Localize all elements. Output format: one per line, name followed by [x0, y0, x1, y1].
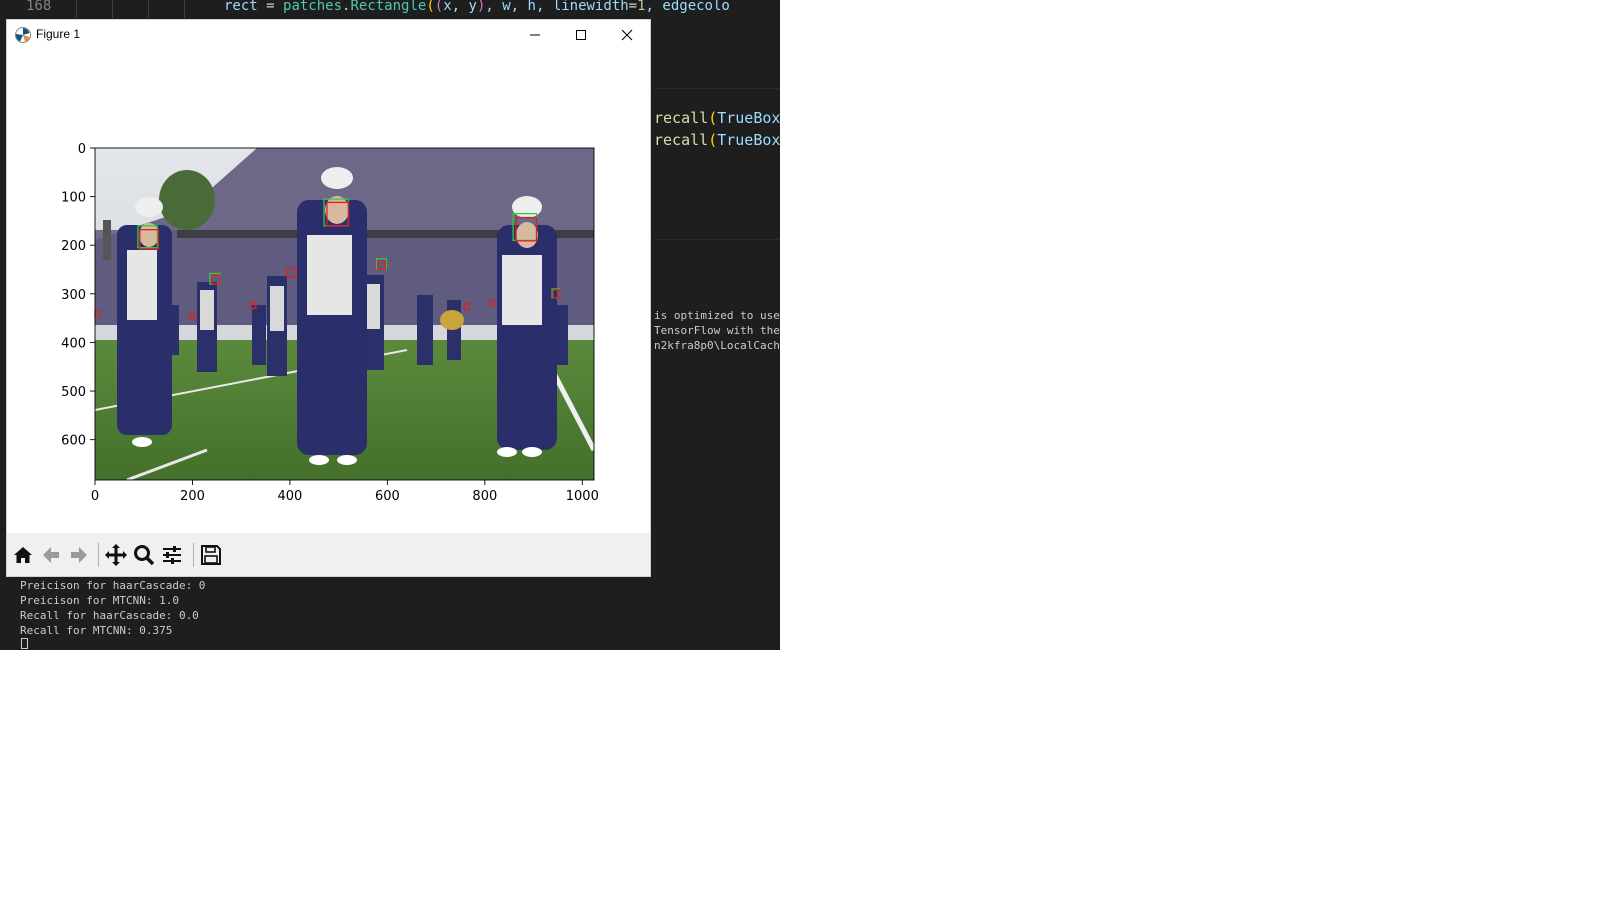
marching-band-photo: [95, 148, 594, 480]
y-tick-label: 300: [61, 288, 86, 303]
back-button[interactable]: [37, 541, 65, 569]
x-tick-label: 200: [180, 489, 205, 504]
terminal-line: Recall for MTCNN: 0.375: [20, 624, 173, 637]
home-button[interactable]: [9, 541, 37, 569]
terminal-line: Preicison for MTCNN: 1.0: [20, 594, 179, 607]
terminal-warning-text: is optimized to use a TensorFlow with th…: [654, 308, 780, 353]
x-tick-label: 800: [472, 489, 497, 504]
configure-subplots-icon: [163, 546, 181, 564]
matplotlib-app-icon: [15, 27, 31, 43]
maximize-icon: [576, 30, 586, 40]
terminal-line: Recall for haarCascade: 0.0: [20, 609, 199, 622]
figure-window: Figure 1 0 200 400 600 800 1000 0 100 20…: [7, 20, 650, 576]
window-titlebar[interactable]: Figure 1: [7, 20, 650, 50]
y-tick-label: 100: [61, 191, 86, 206]
terminal-line: n2kfra8p0\LocalCache\: [654, 339, 780, 352]
zoom-button[interactable]: [130, 541, 158, 569]
editor-code-line: 168 rect = patches.Rectangle((x, y), w, …: [0, 0, 780, 18]
home-icon: [14, 547, 32, 563]
minimize-icon: [530, 34, 540, 36]
forward-arrow-icon: [71, 547, 87, 563]
line-number: 168: [26, 0, 52, 14]
configure-subplots-button[interactable]: [158, 541, 186, 569]
y-tick-label: 600: [61, 434, 86, 449]
save-icon: [201, 545, 221, 565]
code-text[interactable]: rect = patches.Rectangle((x, y), w, h, l…: [224, 0, 730, 15]
navigation-toolbar: [7, 533, 650, 576]
terminal-cursor: [21, 638, 28, 649]
y-axis: 0 100 200 300 400 500 600: [61, 142, 95, 449]
x-tick-label: 1000: [566, 489, 599, 504]
x-tick-label: 400: [278, 489, 303, 504]
window-title: Figure 1: [36, 27, 81, 41]
x-axis: 0 200 400 600 800 1000: [91, 480, 599, 504]
terminal-line: Preicison for haarCascade: 0: [20, 579, 206, 592]
x-tick-label: 600: [375, 489, 400, 504]
terminal-line: is optimized to use a: [654, 309, 780, 322]
close-icon: [621, 29, 633, 41]
code-line-recall-1[interactable]: recall(TrueBox: [654, 109, 780, 127]
pan-icon: [105, 544, 127, 566]
y-tick-label: 400: [61, 336, 86, 351]
x-tick-label: 0: [91, 489, 99, 504]
y-tick-label: 200: [61, 239, 86, 254]
minimize-button[interactable]: [512, 20, 558, 50]
axes-svg[interactable]: 0 200 400 600 800 1000 0 100 200 300 400 500 600: [7, 50, 650, 534]
pan-button[interactable]: [102, 541, 130, 569]
plot-canvas[interactable]: 0 200 400 600 800 1000 0 100 200 300 400 500 600: [7, 50, 650, 554]
close-button[interactable]: [604, 20, 650, 50]
code-line-recall-2[interactable]: recall(TrueBox: [654, 131, 780, 149]
zoom-icon: [134, 545, 155, 566]
terminal-line: TensorFlow with the: [654, 324, 780, 337]
forward-button[interactable]: [65, 541, 93, 569]
terminal-output: Preicison for haarCascade: 0 Preicison f…: [20, 578, 205, 650]
editor-code-block: recall(TrueBox recall(TrueBox: [654, 88, 780, 240]
y-tick-label: 500: [61, 385, 86, 400]
y-tick-label: 0: [78, 142, 86, 157]
maximize-button[interactable]: [558, 20, 604, 50]
save-button[interactable]: [197, 541, 225, 569]
back-arrow-icon: [43, 547, 59, 563]
